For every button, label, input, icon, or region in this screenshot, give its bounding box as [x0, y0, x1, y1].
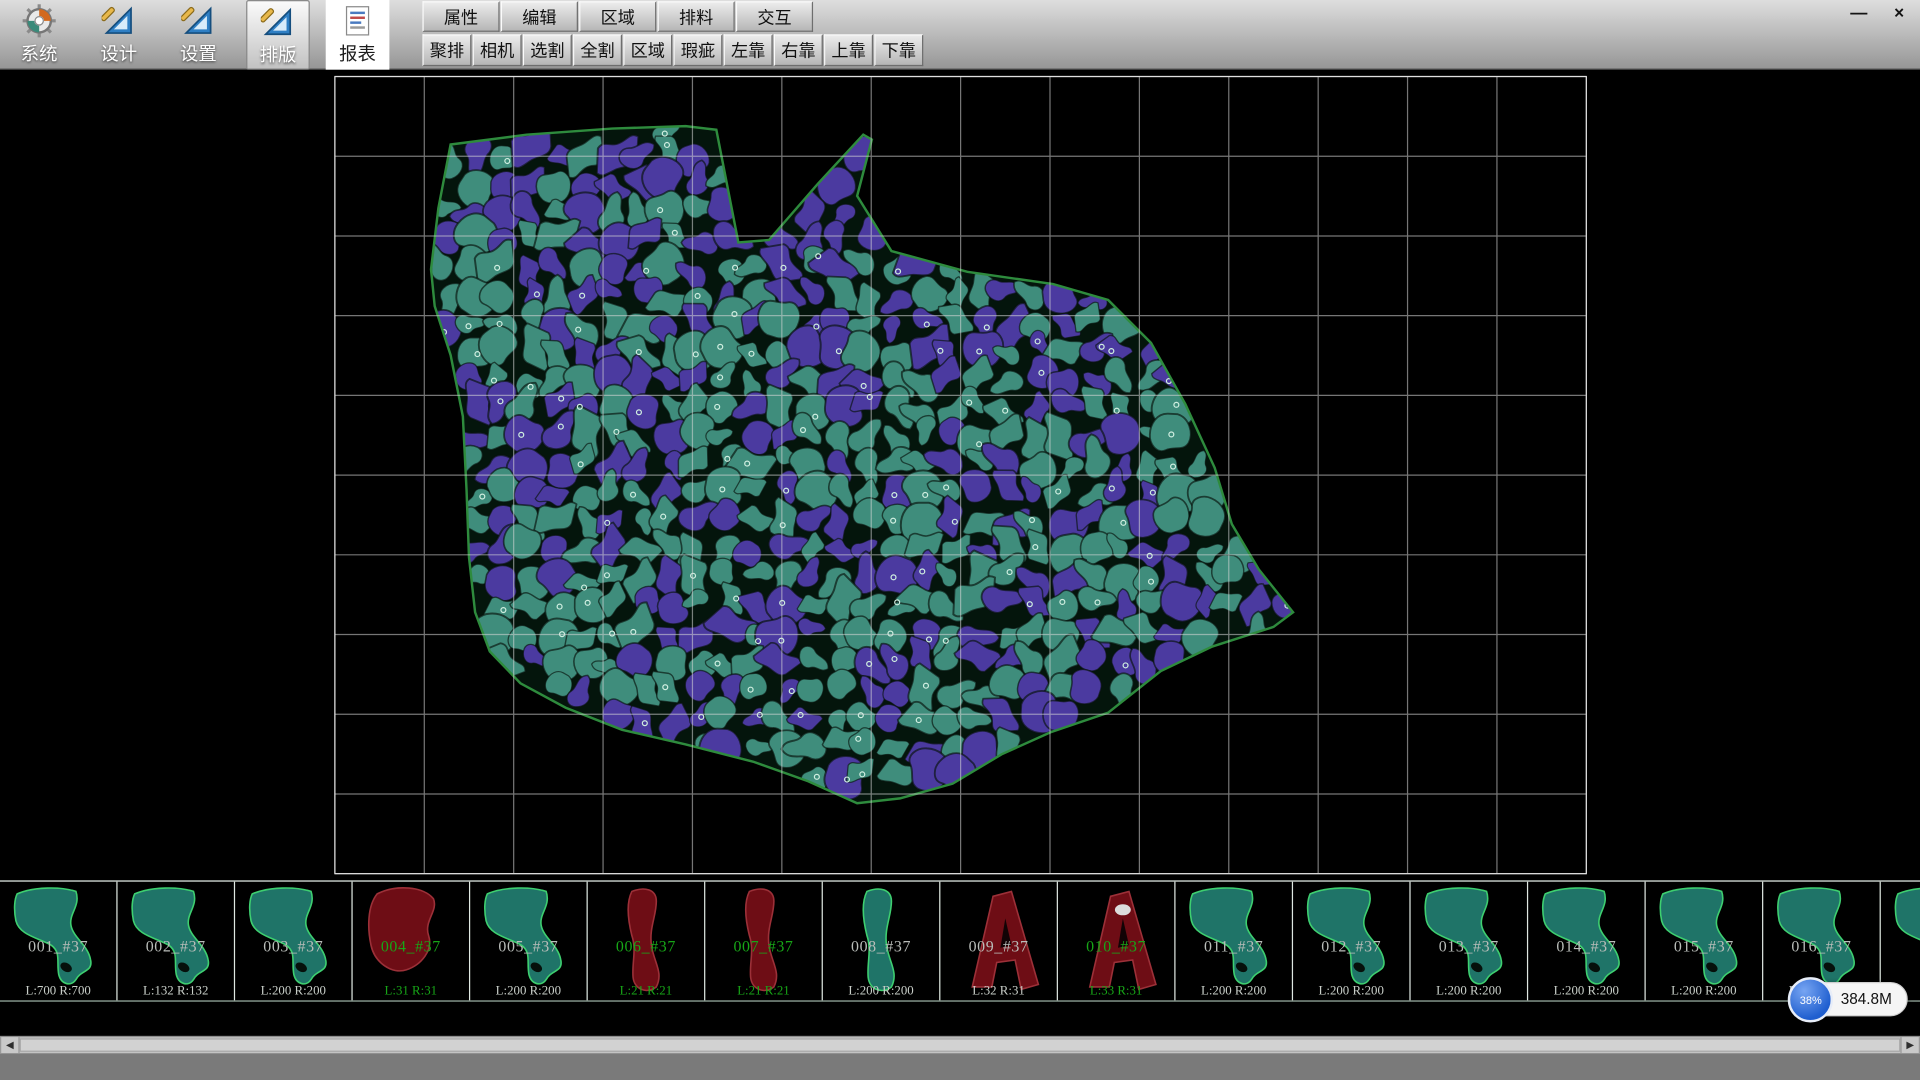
piece-thumbnail[interactable]: 005_#37 L:200 R:200	[470, 882, 588, 1001]
piece-size-label: L:21 R:21	[588, 984, 704, 997]
close-button[interactable]: ×	[1888, 2, 1910, 22]
piece-size-label: L:700 R:700	[0, 984, 116, 997]
bottom-status-bar	[0, 1054, 1920, 1080]
app-window: 系统设计设置排版报表 属性编辑区域排料交互 聚排相机选割全割区域瑕疵左靠右靠上靠…	[0, 0, 1920, 1080]
report-icon	[340, 2, 374, 39]
piece-name: 007_#37	[705, 937, 821, 957]
piece-thumbnail[interactable]: 008_#37 L:200 R:200	[823, 882, 941, 1001]
piece-size-label: L:200 R:200	[1411, 984, 1527, 997]
piece-thumbnail[interactable]: 002_#37 L:132 R:132	[118, 882, 236, 1001]
piece-size-label: L:200 R:200	[1293, 984, 1409, 997]
piece-thumbnail[interactable]: 004_#37 L:31 R:31	[353, 882, 471, 1001]
app-tab-layout[interactable]: 排版	[246, 0, 310, 70]
menu-edit-button[interactable]: 编辑	[501, 1, 578, 32]
piece-size-label: L:200 R:200	[1528, 984, 1644, 997]
piece-size-label: L:200 R:200	[235, 984, 351, 997]
piece-name: 010_#37	[1058, 937, 1174, 957]
menu-region-button[interactable]: 区域	[579, 1, 656, 32]
memory-value: 384.8M	[1841, 991, 1892, 1008]
piece-name: 003_#37	[235, 937, 351, 957]
piece-thumbnail[interactable]: 011_#37 L:200 R:200	[1176, 882, 1294, 1001]
piece-name: 001_#37	[0, 937, 116, 957]
piece-name: 008_#37	[823, 937, 939, 957]
app-tab-label: 报表	[339, 40, 376, 66]
app-tab-label: 设置	[180, 40, 217, 66]
piece-name: 009_#37	[940, 937, 1056, 957]
piece-size-label: L:200 R:200	[823, 984, 939, 997]
menu-camera-button[interactable]: 相机	[473, 34, 522, 66]
menu-cluster-nest-button[interactable]: 聚排	[422, 34, 471, 66]
titlebar: 系统设计设置排版报表 属性编辑区域排料交互 聚排相机选割全割区域瑕疵左靠右靠上靠…	[0, 0, 1920, 70]
piece-thumbnail[interactable]: 007_#37 L:21 R:21	[705, 882, 823, 1001]
piece-size-label: L:132 R:132	[118, 984, 234, 997]
progress-indicator: 38%	[1788, 977, 1833, 1022]
scroll-left-button[interactable]: ◀	[0, 1037, 20, 1053]
piece-name: 012_#37	[1293, 937, 1409, 957]
app-tab-settings[interactable]: 设置	[167, 0, 231, 70]
menu-cut-all-button[interactable]: 全割	[573, 34, 622, 66]
piece-size-label: L:21 R:21	[705, 984, 821, 997]
menu-align-left-button[interactable]: 左靠	[724, 34, 773, 66]
app-tab-label: 系统	[21, 40, 58, 66]
menu-nesting-button[interactable]: 排料	[658, 1, 735, 32]
scroll-right-button[interactable]: ▶	[1900, 1037, 1920, 1053]
piece-name: 006_#37	[588, 937, 704, 957]
gear-icon	[22, 2, 56, 39]
piece-size-label: L:31 R:31	[353, 984, 469, 997]
app-tab-label: 设计	[100, 40, 137, 66]
menu-interactive-button[interactable]: 交互	[736, 1, 813, 32]
piece-size-label: L:32 R:31	[940, 984, 1056, 997]
piece-thumbnail-strip: 001_#37L:700 R:700002_#37L:132 R:132003_…	[0, 880, 1920, 1001]
menu-select-cut-button[interactable]: 选割	[523, 34, 572, 66]
piece-thumbnail[interactable]: 013_#37 L:200 R:200	[1411, 882, 1529, 1001]
piece-size-label: L:200 R:200	[470, 984, 586, 997]
piece-name: 011_#37	[1176, 937, 1292, 957]
nesting-canvas[interactable]	[0, 70, 1920, 881]
menu-align-bottom-button[interactable]: 下靠	[874, 34, 923, 66]
memory-status-pill: 38% 384.8M	[1791, 982, 1908, 1016]
progress-percent: 38%	[1800, 994, 1822, 1006]
nesting-canvas-svg	[0, 70, 1920, 881]
piece-thumbnail[interactable]: 015_#37 L:200 R:200	[1646, 882, 1764, 1001]
menu-defect-button[interactable]: 瑕疵	[673, 34, 722, 66]
menu-align-right-button[interactable]: 右靠	[774, 34, 823, 66]
set-square-icon	[181, 2, 215, 39]
piece-thumbnail[interactable]: 003_#37 L:200 R:200	[235, 882, 353, 1001]
piece-thumbnail[interactable]: 010_#37 L:33 R:31	[1058, 882, 1176, 1001]
piece-size-label: L:33 R:31	[1058, 984, 1174, 997]
piece-name: 005_#37	[470, 937, 586, 957]
menu-align-top-button[interactable]: 上靠	[824, 34, 873, 66]
horizontal-scrollbar[interactable]: ◀ ▶	[0, 1036, 1920, 1054]
menu-bars: 属性编辑区域排料交互 聚排相机选割全割区域瑕疵左靠右靠上靠下靠	[422, 0, 924, 66]
set-square-icon	[102, 2, 136, 39]
minimize-button[interactable]: —	[1848, 2, 1870, 22]
piece-thumbnail[interactable]: 006_#37 L:21 R:21	[588, 882, 706, 1001]
piece-name: 002_#37	[118, 937, 234, 957]
piece-size-label: L:200 R:200	[1646, 984, 1762, 997]
piece-name: 013_#37	[1411, 937, 1527, 957]
app-tab-label: 排版	[260, 42, 297, 68]
app-toolbar: 系统 设计 设置 排版 报表	[7, 0, 389, 70]
piece-thumbnail[interactable]: 001_#37 L:700 R:700	[0, 882, 118, 1001]
menu-properties-button[interactable]: 属性	[422, 1, 499, 32]
piece-name: 004_#37	[353, 937, 469, 957]
menu-row-secondary: 聚排相机选割全割区域瑕疵左靠右靠上靠下靠	[422, 34, 924, 66]
window-controls: — ×	[1848, 2, 1910, 22]
set-square-icon	[261, 4, 295, 41]
app-tab-report[interactable]: 报表	[326, 0, 390, 70]
piece-name: 016_#37	[1763, 937, 1879, 957]
piece-thumbnail[interactable]: 009_#37 L:32 R:31	[940, 882, 1058, 1001]
menu-row-primary: 属性编辑区域排料交互	[422, 1, 924, 32]
menu-region-button[interactable]: 区域	[623, 34, 672, 66]
piece-size-label: L:200 R:200	[1176, 984, 1292, 997]
piece-thumbnail[interactable]: 012_#37 L:200 R:200	[1293, 882, 1411, 1001]
app-tab-system[interactable]: 系统	[7, 0, 71, 70]
piece-name: 014_#37	[1528, 937, 1644, 957]
app-tab-design[interactable]: 设计	[87, 0, 151, 70]
piece-thumbnail[interactable]: 014_#37 L:200 R:200	[1528, 882, 1646, 1001]
piece-name: 015_#37	[1646, 937, 1762, 957]
scrollbar-thumb[interactable]	[20, 1038, 1901, 1051]
